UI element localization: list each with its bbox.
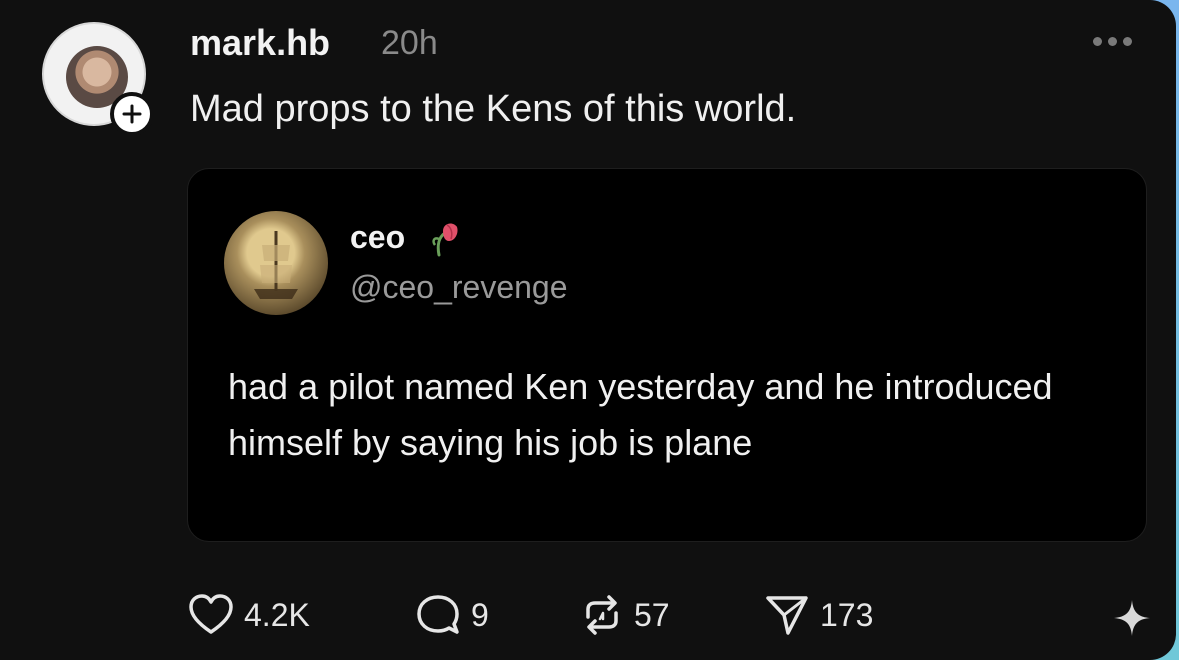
like-count: 4.2K [244,596,310,633]
comment-icon [417,595,459,634]
quoted-post[interactable]: ceo @ceo_revenge had a pilot named Ken y… [187,168,1147,542]
repost-count: 57 [634,596,670,633]
ship-image [254,231,298,299]
repost-icon [586,595,618,635]
heart-icon [189,594,233,634]
more-dot [1093,36,1102,46]
follow-button[interactable] [110,92,154,136]
repost-button[interactable]: 57 [580,590,670,640]
share-button[interactable]: 173 [764,590,873,640]
like-button[interactable]: 4.2K [188,590,310,640]
quoted-name[interactable]: ceo [350,219,405,256]
post-card: mark.hb 20h Mad props to the Kens of thi… [0,0,1176,660]
more-dot [1108,36,1117,46]
comment-count: 9 [471,596,489,633]
post-text: Mad props to the Kens of this world. [190,88,797,130]
share-icon [766,596,808,635]
action-bar: 4.2K 9 57 173 [0,590,1176,640]
author-avatar[interactable] [40,20,154,136]
quoted-handle: @ceo_revenge [350,269,568,305]
share-count: 173 [820,596,874,633]
author-username[interactable]: mark.hb [190,22,330,64]
post-timestamp: 20h [381,24,438,62]
plus-icon [122,104,142,124]
quoted-text: had a pilot named Ken yesterday and he i… [228,366,1053,463]
flower-icon [432,223,458,257]
sparkle-icon[interactable] [1112,598,1152,638]
comment-button[interactable]: 9 [415,590,489,640]
more-dot [1123,36,1132,46]
more-icon[interactable] [1093,34,1139,48]
quoted-avatar[interactable] [224,211,328,315]
